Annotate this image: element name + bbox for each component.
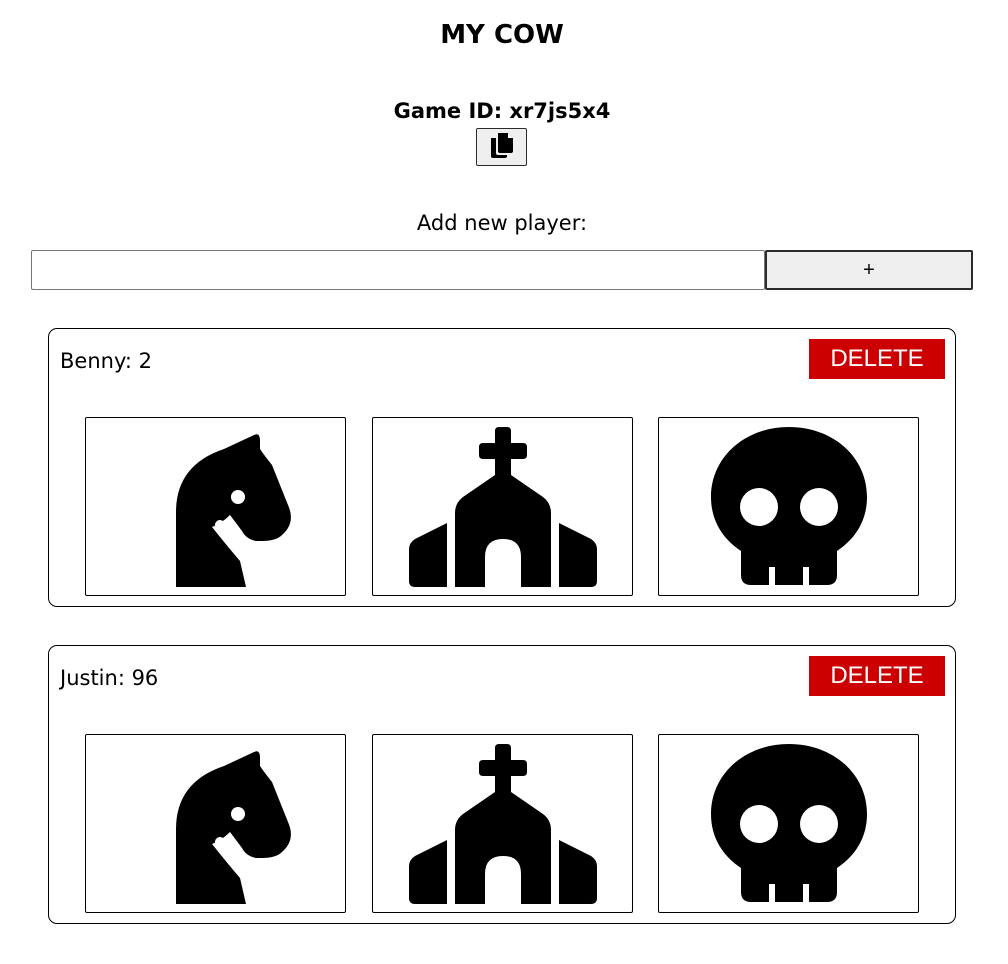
delete-player-button[interactable]: DELETE <box>809 656 945 696</box>
church-action-button[interactable] <box>372 734 633 913</box>
add-player-label: Add new player: <box>416 211 588 235</box>
copy-game-id-button[interactable] <box>476 128 527 166</box>
copy-icon <box>490 133 513 161</box>
skull-action-button[interactable] <box>658 417 919 596</box>
player-card: Justin: 96 DELETE <box>48 645 956 924</box>
skull-icon <box>709 743 869 904</box>
church-icon <box>403 426 603 587</box>
skull-icon <box>709 426 869 587</box>
player-score: Benny: 2 <box>60 349 152 373</box>
church-icon <box>403 743 603 904</box>
horse-icon <box>136 427 296 587</box>
delete-player-button[interactable]: DELETE <box>809 339 945 379</box>
skull-action-button[interactable] <box>658 734 919 913</box>
page: MY COW Game ID: xr7js5x4 Add new player:… <box>0 0 1008 964</box>
church-action-button[interactable] <box>372 417 633 596</box>
horse-icon <box>136 744 296 904</box>
player-card: Benny: 2 DELETE <box>48 328 956 607</box>
horse-action-button[interactable] <box>85 734 346 913</box>
add-player-button[interactable]: + <box>765 250 973 290</box>
horse-action-button[interactable] <box>85 417 346 596</box>
player-score: Justin: 96 <box>60 666 159 690</box>
page-title: MY COW <box>440 20 564 50</box>
game-id-text: Game ID: xr7js5x4 <box>393 99 611 123</box>
new-player-input[interactable] <box>31 250 765 290</box>
